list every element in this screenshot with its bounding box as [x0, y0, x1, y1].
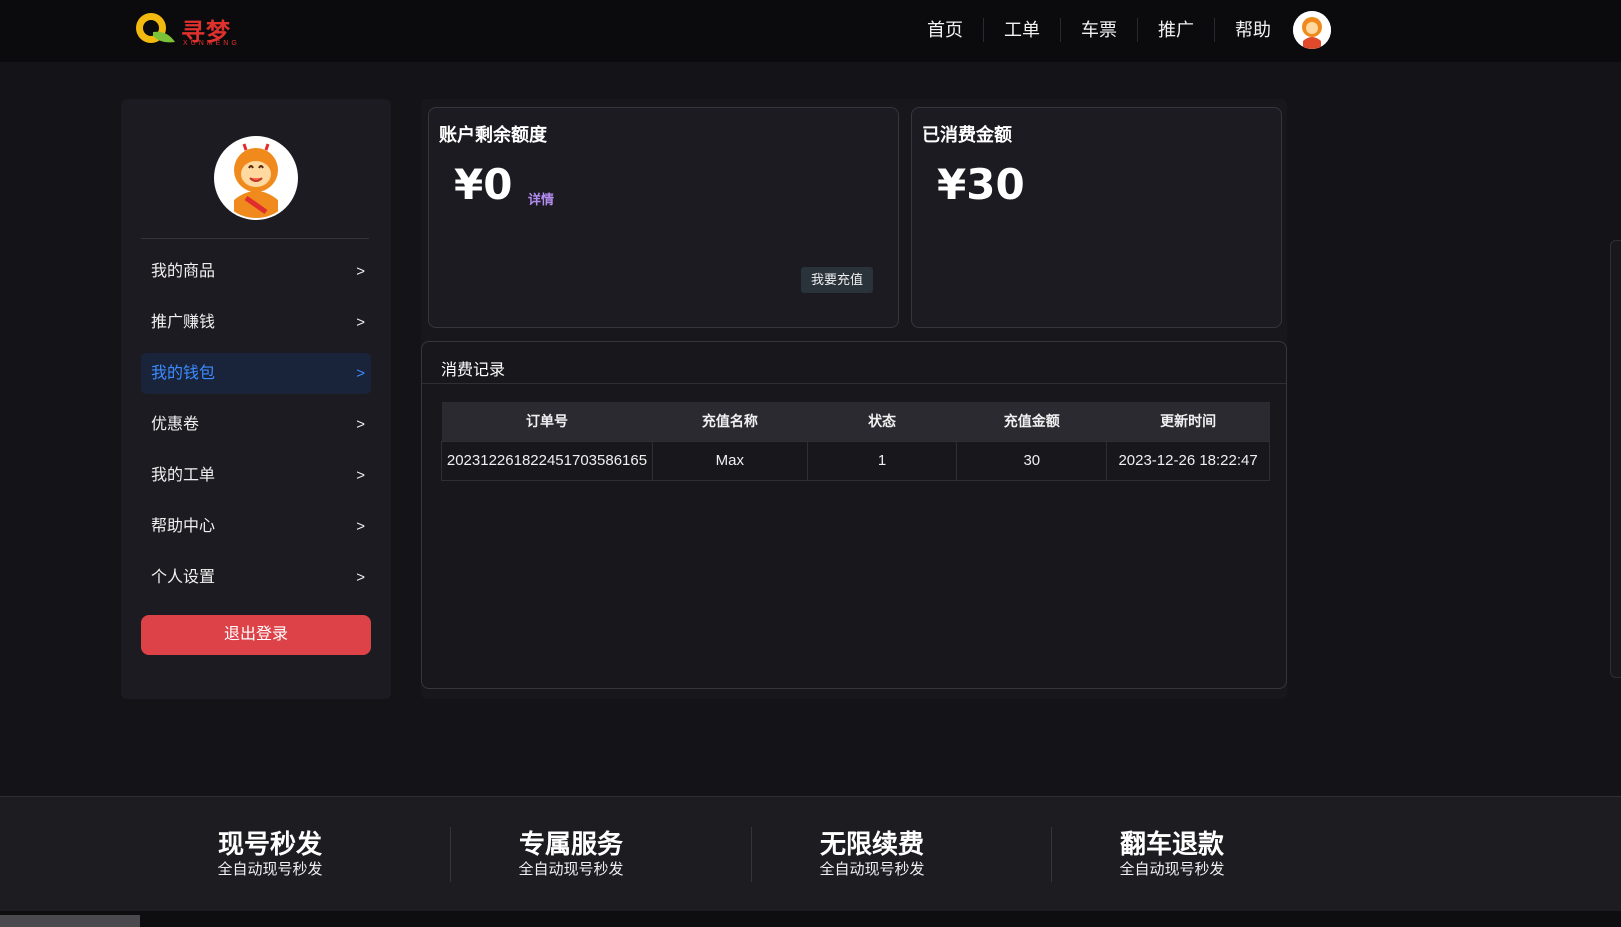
column-header-recharge-name[interactable]: 充值名称: [652, 402, 807, 441]
feature-title: 无限续费: [819, 829, 924, 859]
cell-amount: 30: [956, 440, 1108, 481]
cell-status: 1: [806, 440, 958, 481]
balance-card: 账户剩余额度 ¥0 详情 我要充值: [428, 107, 899, 328]
cell-order-id: 20231226182245170358616​5: [441, 440, 653, 481]
chevron-right-icon: >: [356, 365, 365, 382]
column-header-amount[interactable]: 充值金额: [957, 402, 1107, 441]
spent-amount: ¥30: [937, 160, 1025, 209]
feature-title: 翻车退款: [1119, 829, 1224, 859]
balance-detail-link[interactable]: 详情: [528, 189, 554, 208]
column-header-order-id[interactable]: 订单号: [442, 402, 653, 441]
nav-promote[interactable]: 推广: [1137, 18, 1214, 42]
spent-title: 已消费金额: [922, 125, 1012, 145]
chevron-right-icon: >: [356, 569, 365, 586]
profile-avatar[interactable]: [214, 136, 298, 220]
nav-rides[interactable]: 车票: [1060, 18, 1137, 42]
feature-instant: 现号秒发 全自动现号秒发: [170, 828, 370, 880]
table-row[interactable]: 20231226182245170358616​5 Max 1 30 2023-…: [441, 440, 1270, 481]
feature-subtitle: 全自动现号秒发: [1119, 861, 1225, 878]
chevron-right-icon: >: [356, 314, 365, 331]
table-header-row: 订单号 充值名称 状态 充值金额 更新时间: [441, 402, 1270, 441]
sidebar-item-label: 个人设置: [151, 569, 216, 586]
cell-recharge-name: Max: [651, 440, 808, 481]
chevron-right-icon: >: [356, 467, 365, 484]
records-table: 订单号 充值名称 状态 充值金额 更新时间 202312261822451703…: [441, 402, 1270, 481]
consumption-records: 消费记录 订单号 充值名称 状态 充值金额 更新时间 2023122618224…: [421, 341, 1287, 689]
sidebar-item-promote-earn[interactable]: 推广赚钱 >: [141, 302, 371, 343]
feature-divider: [450, 827, 451, 882]
records-title: 消费记录: [441, 362, 506, 379]
horizontal-scrollbar[interactable]: [0, 915, 140, 927]
sidebar-divider: [141, 238, 369, 239]
wallet-panel: 账户剩余额度 ¥0 详情 我要充值 已消费金额 ¥30 消费记录 订单号 充值名…: [421, 99, 1287, 699]
cell-updated-time: 2023-12-26 18:22:47: [1106, 440, 1270, 481]
column-header-status[interactable]: 状态: [807, 402, 957, 441]
sidebar-item-my-tickets[interactable]: 我的工单 >: [141, 455, 371, 496]
sidebar-item-label: 我的商品: [151, 263, 216, 280]
features-footer: 现号秒发 全自动现号秒发 专属服务 全自动现号秒发 无限续费 全自动现号秒发 翻…: [0, 796, 1621, 911]
feature-unlimited-renewal: 无限续费 全自动现号秒发: [772, 828, 972, 880]
nav-help[interactable]: 帮助: [1214, 18, 1291, 42]
logo-mark-icon: [136, 13, 175, 43]
chevron-right-icon: >: [356, 263, 365, 280]
records-divider: [422, 383, 1286, 384]
feature-divider: [1051, 827, 1052, 882]
feature-exclusive-service: 专属服务 全自动现号秒发: [471, 828, 671, 880]
sidebar-item-label: 优惠卷: [151, 416, 200, 433]
feature-subtitle: 全自动现号秒发: [217, 861, 323, 878]
brand-logo[interactable]: 寻梦 XUNMENG: [131, 10, 246, 50]
sidebar-item-settings[interactable]: 个人设置 >: [141, 557, 371, 598]
chevron-right-icon: >: [356, 518, 365, 535]
nav-tickets[interactable]: 工单: [983, 18, 1060, 42]
top-navbar: 寻梦 XUNMENG 首页 工单 车票 推广 帮助: [0, 0, 1621, 62]
brand-subtitle: XUNMENG: [183, 40, 240, 47]
user-avatar[interactable]: [1293, 11, 1331, 49]
logout-button[interactable]: 退出登录: [141, 615, 371, 655]
balance-title: 账户剩余额度: [439, 125, 547, 145]
sidebar: 我的商品 > 推广赚钱 > 我的钱包 > 优惠卷 > 我的工单 > 帮助中心 >…: [121, 99, 391, 699]
spent-card: 已消费金额 ¥30: [911, 107, 1282, 328]
chevron-right-icon: >: [356, 416, 365, 433]
sidebar-menu: 我的商品 > 推广赚钱 > 我的钱包 > 优惠卷 > 我的工单 > 帮助中心 >…: [141, 251, 371, 608]
sidebar-item-label: 我的钱包: [151, 365, 216, 382]
sidebar-item-label: 推广赚钱: [151, 314, 216, 331]
recharge-button[interactable]: 我要充值: [800, 267, 873, 293]
feature-subtitle: 全自动现号秒发: [819, 861, 925, 878]
feature-title: 现号秒发: [217, 829, 322, 859]
sidebar-item-label: 我的工单: [151, 467, 216, 484]
bottom-scroll-strip: [0, 911, 1621, 927]
nav-home[interactable]: 首页: [907, 18, 983, 42]
sidebar-item-help-center[interactable]: 帮助中心 >: [141, 506, 371, 547]
sidebar-item-my-wallet[interactable]: 我的钱包 >: [141, 353, 371, 394]
feature-refund: 翻车退款 全自动现号秒发: [1072, 828, 1272, 880]
main-nav: 首页 工单 车票 推广 帮助: [907, 18, 1291, 42]
sidebar-item-my-products[interactable]: 我的商品 >: [141, 251, 371, 292]
feature-subtitle: 全自动现号秒发: [518, 861, 624, 878]
column-header-updated-time[interactable]: 更新时间: [1107, 402, 1270, 441]
mascot-icon: [1293, 11, 1331, 49]
side-panel-edge[interactable]: [1610, 240, 1621, 678]
sidebar-item-label: 帮助中心: [151, 518, 216, 535]
mascot-icon: [216, 138, 296, 218]
feature-title: 专属服务: [518, 829, 623, 859]
balance-amount: ¥0: [454, 160, 513, 209]
feature-divider: [751, 827, 752, 882]
sidebar-item-coupons[interactable]: 优惠卷 >: [141, 404, 371, 445]
